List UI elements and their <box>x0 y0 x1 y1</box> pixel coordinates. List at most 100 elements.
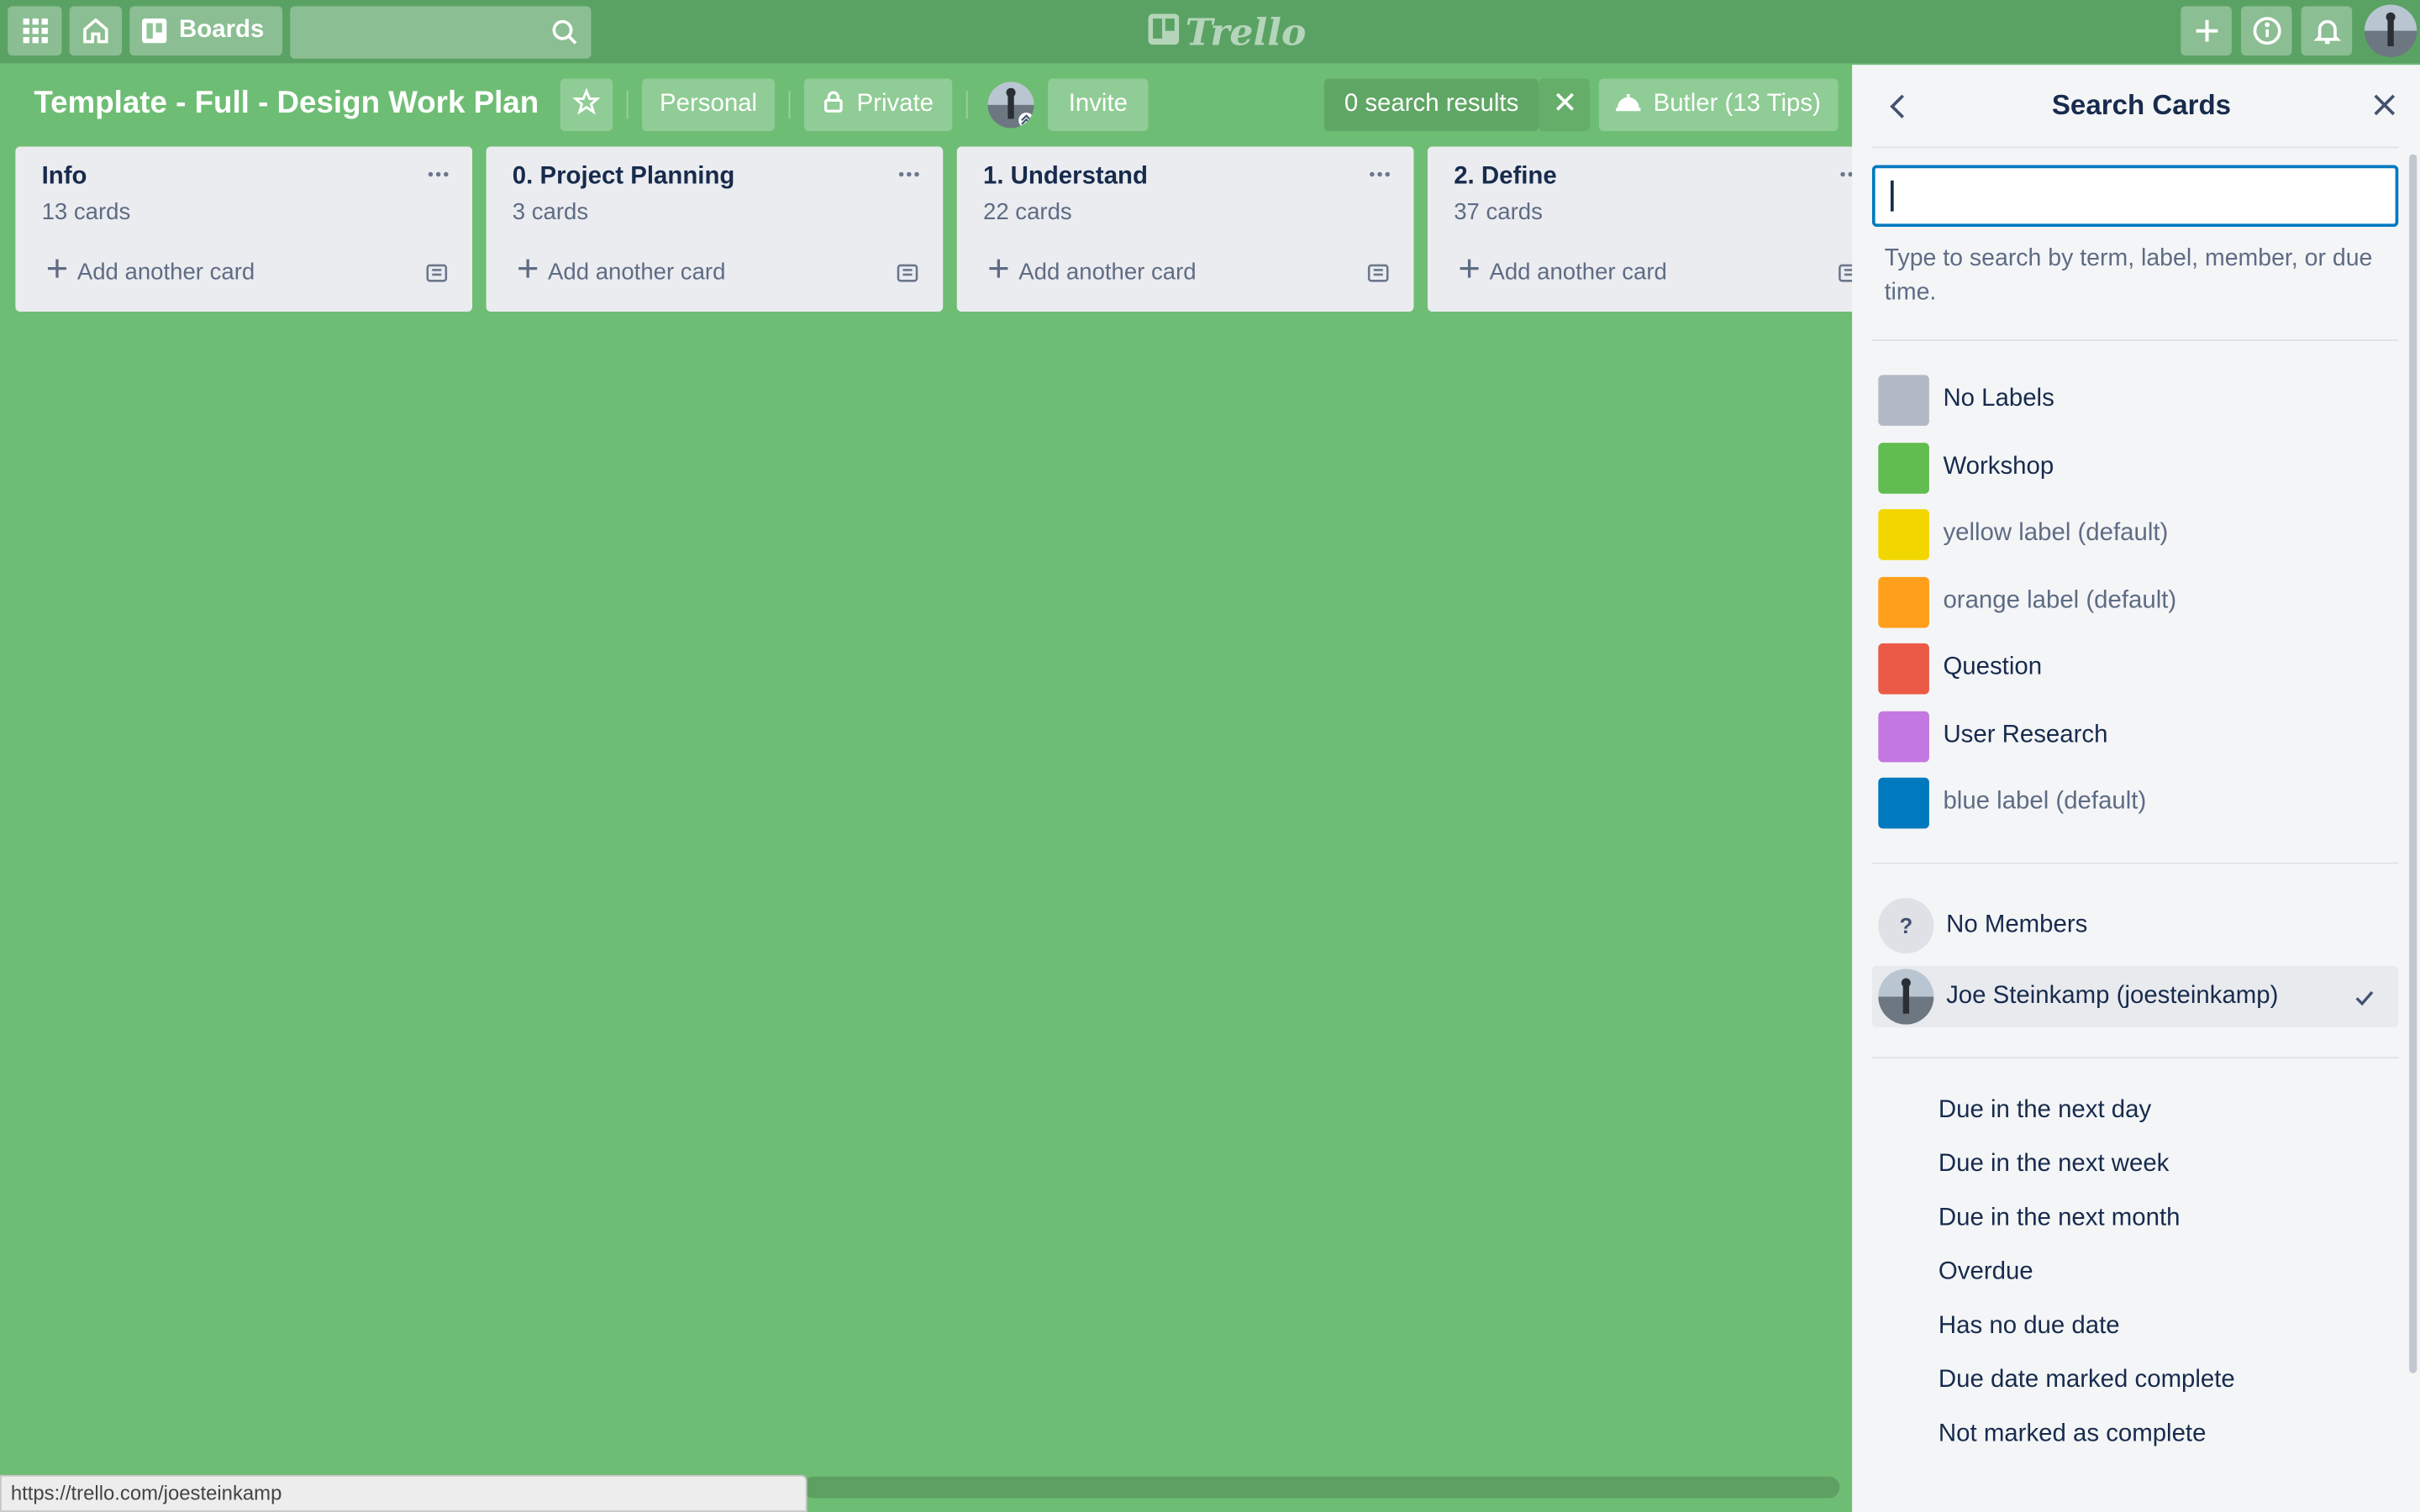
top-header: Boards Trello <box>0 0 2420 64</box>
team-button[interactable]: Personal <box>642 78 776 132</box>
invite-button[interactable]: Invite <box>1048 78 1149 132</box>
search-icon <box>551 18 579 54</box>
list-card-count: 13 cards <box>41 198 131 226</box>
label-color-swatch <box>1878 374 1929 426</box>
due-filter-item[interactable]: Not marked as complete <box>1939 1421 2207 1449</box>
bell-icon <box>2312 17 2341 45</box>
trello-board-window: Boards Trello Template - Full - Design W… <box>0 0 2420 1512</box>
star-icon <box>572 87 601 123</box>
card-template-icon[interactable] <box>426 262 448 291</box>
label-color-swatch <box>1878 442 1929 493</box>
list-column: Info 13 cards Add another card <box>15 146 473 312</box>
search-cards-input[interactable] <box>1871 165 2399 227</box>
list-title[interactable]: 0. Project Planning <box>513 164 735 192</box>
panel-scrollbar[interactable] <box>2409 154 2417 1373</box>
list-column: 1. Understand 22 cards Add another card <box>956 146 1414 312</box>
member-avatar <box>1878 969 1934 1025</box>
label-color-swatch <box>1878 776 1929 828</box>
label-filter-item[interactable]: yellow label (default) <box>1878 507 2168 559</box>
add-card-button[interactable]: Add another card <box>517 258 725 286</box>
panel-title: Search Cards <box>2051 89 2232 121</box>
close-icon[interactable] <box>2370 91 2398 126</box>
plus-icon <box>46 258 68 286</box>
divider <box>1871 339 2399 341</box>
header-divider <box>965 91 968 119</box>
apps-grid-icon <box>22 18 48 44</box>
due-filter-item[interactable]: Has no due date <box>1939 1313 2120 1341</box>
add-card-button[interactable]: Add another card <box>988 258 1197 286</box>
search-results-button[interactable]: 0 search results <box>1323 78 1539 132</box>
member-name: No Members <box>1946 911 2088 938</box>
label-filter-item[interactable]: No Labels <box>1878 373 2054 426</box>
butler-bell-icon <box>1616 90 1641 119</box>
info-button[interactable] <box>2240 6 2292 56</box>
list-card-count: 22 cards <box>982 198 1072 226</box>
due-filter-item[interactable]: Due in the next week <box>1939 1151 2169 1179</box>
due-filter-item[interactable]: Overdue <box>1939 1259 2033 1287</box>
plus-icon <box>2192 17 2220 45</box>
add-card-label: Add another card <box>76 258 255 285</box>
more-icon[interactable] <box>1367 162 1392 186</box>
member-filter-item[interactable]: ? No Members <box>1872 895 2398 956</box>
label-color-swatch <box>1878 508 1929 559</box>
no-member-icon: ? <box>1878 897 1934 954</box>
star-button[interactable] <box>560 78 613 132</box>
home-button[interactable] <box>69 6 123 56</box>
apps-button[interactable] <box>8 6 62 56</box>
clear-search-button[interactable] <box>1539 78 1590 132</box>
list-title[interactable]: 1. Understand <box>983 164 1148 192</box>
add-card-button[interactable]: Add another card <box>1459 258 1667 286</box>
label-name: Workshop <box>1943 453 2054 480</box>
label-filter-item[interactable]: Question <box>1878 642 2042 694</box>
close-icon <box>1555 91 1574 118</box>
list-title[interactable]: Info <box>42 164 87 192</box>
label-name: yellow label (default) <box>1943 519 2169 547</box>
label-filter-item[interactable]: blue label (default) <box>1878 776 2146 828</box>
list-title[interactable]: 2. Define <box>1454 164 1556 192</box>
label-filter-item[interactable]: orange label (default) <box>1878 575 2176 627</box>
trello-logo-text: Trello <box>1185 8 1307 54</box>
global-search-input[interactable] <box>290 6 592 59</box>
label-name: Question <box>1943 654 2043 680</box>
label-name: orange label (default) <box>1943 587 2177 615</box>
board-title[interactable]: Template - Full - Design Work Plan <box>34 87 539 122</box>
list-column: 2. Define 37 cards Add another card <box>1427 146 1885 312</box>
create-button[interactable] <box>2181 6 2232 56</box>
visibility-label: Private <box>856 91 934 118</box>
butler-label: Butler (13 Tips) <box>1653 91 1821 118</box>
text-caret <box>1890 180 1893 212</box>
trello-logo[interactable]: Trello <box>1148 8 1307 54</box>
board-horizontal-scrollbar[interactable] <box>802 1476 1840 1499</box>
trello-logo-icon <box>1148 8 1180 53</box>
plus-icon <box>988 258 1010 286</box>
plus-icon <box>1459 258 1481 286</box>
board-member-avatar[interactable] <box>987 81 1034 129</box>
label-filter-item[interactable]: Workshop <box>1878 441 2054 493</box>
add-card-label: Add another card <box>548 258 726 285</box>
label-color-swatch <box>1878 642 1929 694</box>
notifications-button[interactable] <box>2301 6 2353 56</box>
due-filter-item[interactable]: Due in the next day <box>1939 1097 2151 1125</box>
more-icon[interactable] <box>897 162 921 186</box>
label-name: blue label (default) <box>1943 788 2147 815</box>
list-card-count: 3 cards <box>512 198 589 226</box>
card-template-icon[interactable] <box>897 262 918 291</box>
visibility-button[interactable]: Private <box>803 78 953 132</box>
divider <box>1871 1057 2399 1058</box>
more-icon[interactable] <box>426 162 450 186</box>
divider <box>1871 146 2399 149</box>
add-card-button[interactable]: Add another card <box>46 258 255 286</box>
member-name: Joe Steinkamp (joesteinkamp) <box>1946 982 2279 1010</box>
member-filter-item[interactable]: Joe Steinkamp (joesteinkamp) <box>1871 965 2399 1028</box>
butler-button[interactable]: Butler (13 Tips) <box>1598 78 1839 132</box>
due-filter-item[interactable]: Due in the next month <box>1939 1205 2181 1232</box>
user-avatar[interactable] <box>2364 4 2417 57</box>
lock-icon <box>823 90 844 119</box>
add-card-label: Add another card <box>1018 258 1197 285</box>
boards-button[interactable]: Boards <box>129 6 283 56</box>
card-template-icon[interactable] <box>1367 262 1389 291</box>
due-filter-item[interactable]: Due date marked complete <box>1939 1367 2235 1394</box>
info-icon <box>2251 15 2282 46</box>
label-filter-item[interactable]: User Research <box>1878 710 2107 762</box>
home-icon <box>82 17 109 45</box>
